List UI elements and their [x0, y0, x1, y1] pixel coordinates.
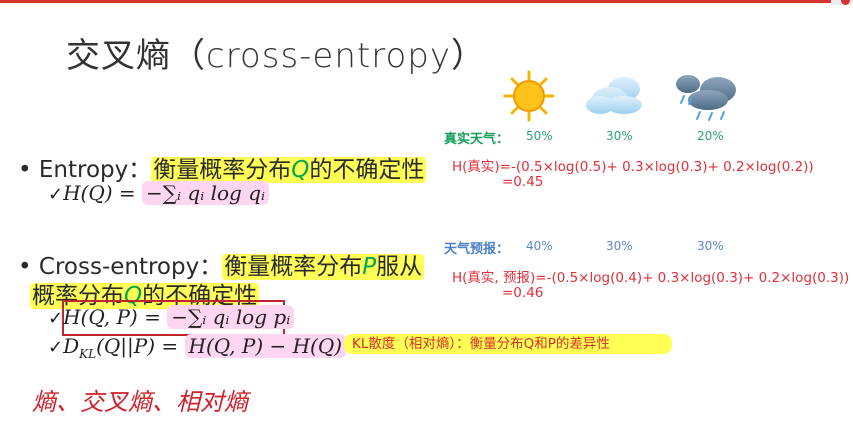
kl-args: (Q||P) = — [96, 334, 185, 358]
real-prob-cloud: 30% — [606, 129, 633, 143]
real-entropy-result: =0.45 — [502, 174, 544, 190]
kl-rhs: H(Q, P) − H(Q) — [184, 334, 347, 358]
cloud-icon — [586, 77, 642, 114]
kl-symbol: D — [63, 334, 80, 358]
entropy-bullet: • Entropy：衡量概率分布Q的不确定性 — [18, 150, 427, 184]
forecast-prob-sun: 40% — [526, 239, 553, 253]
slide-title: 交叉熵（cross-entropy） — [66, 36, 486, 76]
entropy-desc-after: 的不确定性 — [309, 157, 425, 183]
entropy-desc-before: 衡量概率分布 — [153, 157, 292, 183]
kl-note: KL散度（相对熵）：衡量分布Q和P的差异性 — [344, 334, 672, 354]
forecast-prob-cloud: 30% — [606, 239, 633, 253]
ce-var-p: P — [362, 254, 377, 280]
ce-line1-after: 服从 — [376, 254, 423, 280]
real-entropy-equation: H(真实)=-(0.5×log(0.5)+ 0.3×log(0.3)+ 0.2×… — [452, 159, 814, 175]
entropy-term: Entropy： — [38, 157, 152, 183]
entropy-formula-rhs: −∑ᵢ qᵢ log qᵢ — [142, 181, 270, 205]
cross-entropy-formula: ✓H(Q, P) = −∑ᵢ qᵢ log pᵢ — [48, 305, 295, 329]
check-icon: ✓ — [48, 308, 64, 329]
handwritten-note: 熵、交叉熵、相对熵 — [32, 388, 248, 416]
rain-cloud-icon — [676, 75, 736, 121]
entropy-formula: ✓H(Q) = −∑ᵢ qᵢ log qᵢ — [48, 181, 270, 205]
sun-icon — [503, 70, 555, 122]
entropy-description: 衡量概率分布Q的不确定性 — [151, 157, 427, 183]
cross-entropy-equation: H(真实, 预报)=-(0.5×log(0.4)+ 0.3×log(0.3)+ … — [452, 270, 850, 286]
check-icon: ✓ — [48, 184, 64, 205]
real-weather-label: 真实天气： — [444, 132, 510, 147]
cross-entropy-result: =0.46 — [502, 285, 544, 301]
entropy-var-q: Q — [291, 157, 310, 183]
forecast-prob-rain: 30% — [697, 239, 724, 253]
forecast-label: 天气预报： — [444, 242, 510, 257]
bullet-dot: • — [18, 157, 32, 183]
check-icon: ✓ — [48, 337, 64, 358]
kl-formula: ✓DKL(Q||P) = H(Q, P) − H(Q) — [48, 334, 347, 361]
ce-formula-rhs: −∑ᵢ qᵢ log pᵢ — [167, 305, 295, 329]
real-prob-sun: 50% — [526, 129, 553, 143]
kl-subscript: KL — [79, 347, 97, 361]
real-prob-rain: 20% — [697, 129, 724, 143]
entropy-formula-lhs: H(Q) = — [63, 181, 143, 205]
ce-formula-lhs: H(Q, P) = — [63, 305, 168, 329]
top-accent-bar — [0, 0, 853, 3]
